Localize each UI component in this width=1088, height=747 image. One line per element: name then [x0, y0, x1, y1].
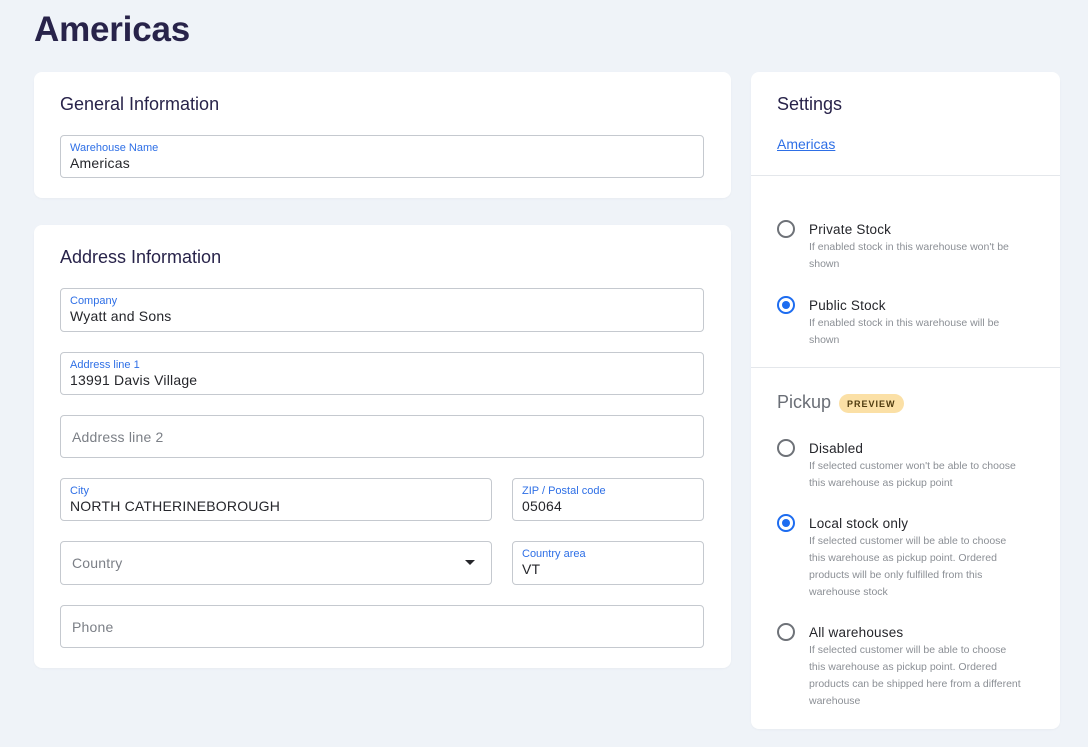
pickup-title: Pickup — [777, 392, 832, 412]
zip-field[interactable]: ZIP / Postal code 05064 — [512, 478, 704, 521]
city-field[interactable]: City NORTH CATHERINEBOROUGH — [60, 478, 492, 521]
address-information-card: Address Information Company Wyatt and So… — [34, 225, 731, 668]
warehouse-link[interactable]: Americas — [777, 136, 835, 152]
address-line-1-value: 13991 Davis Village — [70, 372, 198, 388]
public-stock-description: If enabled stock in this warehouse will … — [809, 317, 1000, 346]
preview-badge: PREVIEW — [839, 394, 904, 413]
private-stock-label: Private Stock — [809, 222, 892, 237]
pickup-all-warehouses-label: All warehouses — [809, 625, 904, 640]
phone-field[interactable]: Phone — [60, 605, 704, 648]
pickup-local-stock-label: Local stock only — [809, 516, 909, 531]
private-stock-description: If enabled stock in this warehouse won't… — [809, 241, 1009, 270]
address-line-2-placeholder: Address line 2 — [72, 429, 164, 445]
zip-value: 05064 — [522, 498, 562, 514]
general-information-card: General Information Warehouse Name Ameri… — [34, 72, 731, 198]
city-label: City — [70, 485, 89, 497]
company-value: Wyatt and Sons — [70, 308, 172, 324]
zip-label: ZIP / Postal code — [522, 485, 606, 497]
radio-pickup-all-warehouses[interactable] — [777, 623, 795, 641]
city-value: NORTH CATHERINEBOROUGH — [70, 498, 281, 514]
company-label: Company — [70, 295, 118, 307]
radio-pickup-disabled[interactable] — [777, 439, 795, 457]
country-area-label: Country area — [522, 548, 586, 560]
address-line-2-field[interactable]: Address line 2 — [60, 415, 704, 458]
pickup-all-warehouses-description: If selected customer will be able to cho… — [809, 644, 1021, 707]
warehouse-name-field[interactable]: Warehouse Name Americas — [60, 135, 704, 178]
country-select[interactable]: Country — [60, 541, 492, 585]
pickup-disabled-label: Disabled — [809, 441, 864, 456]
settings-card: Settings Americas Private Stock If enabl… — [751, 72, 1060, 729]
country-area-field[interactable]: Country area VT — [512, 541, 704, 585]
radio-public-stock[interactable] — [777, 296, 795, 314]
address-information-title: Address Information — [60, 247, 222, 267]
address-line-1-field[interactable]: Address line 1 13991 Davis Village — [60, 352, 704, 395]
pickup-local-stock-description: If selected customer will be able to cho… — [809, 535, 1007, 598]
country-placeholder: Country — [72, 555, 123, 571]
country-area-value: VT — [522, 561, 541, 577]
divider — [751, 367, 1060, 368]
pickup-disabled-description: If selected customer won't be able to ch… — [809, 460, 1016, 489]
chevron-down-icon[interactable] — [465, 560, 475, 565]
phone-placeholder: Phone — [72, 619, 114, 635]
warehouse-name-value: Americas — [70, 155, 130, 171]
radio-private-stock[interactable] — [777, 220, 795, 238]
page-title: Americas — [34, 10, 191, 49]
radio-pickup-local-stock[interactable] — [777, 514, 795, 532]
general-information-title: General Information — [60, 94, 220, 114]
divider — [751, 175, 1060, 176]
address-line-1-label: Address line 1 — [70, 359, 140, 371]
public-stock-label: Public Stock — [809, 298, 886, 313]
company-field[interactable]: Company Wyatt and Sons — [60, 288, 704, 332]
settings-title: Settings — [777, 94, 843, 114]
warehouse-name-label: Warehouse Name — [70, 142, 159, 154]
